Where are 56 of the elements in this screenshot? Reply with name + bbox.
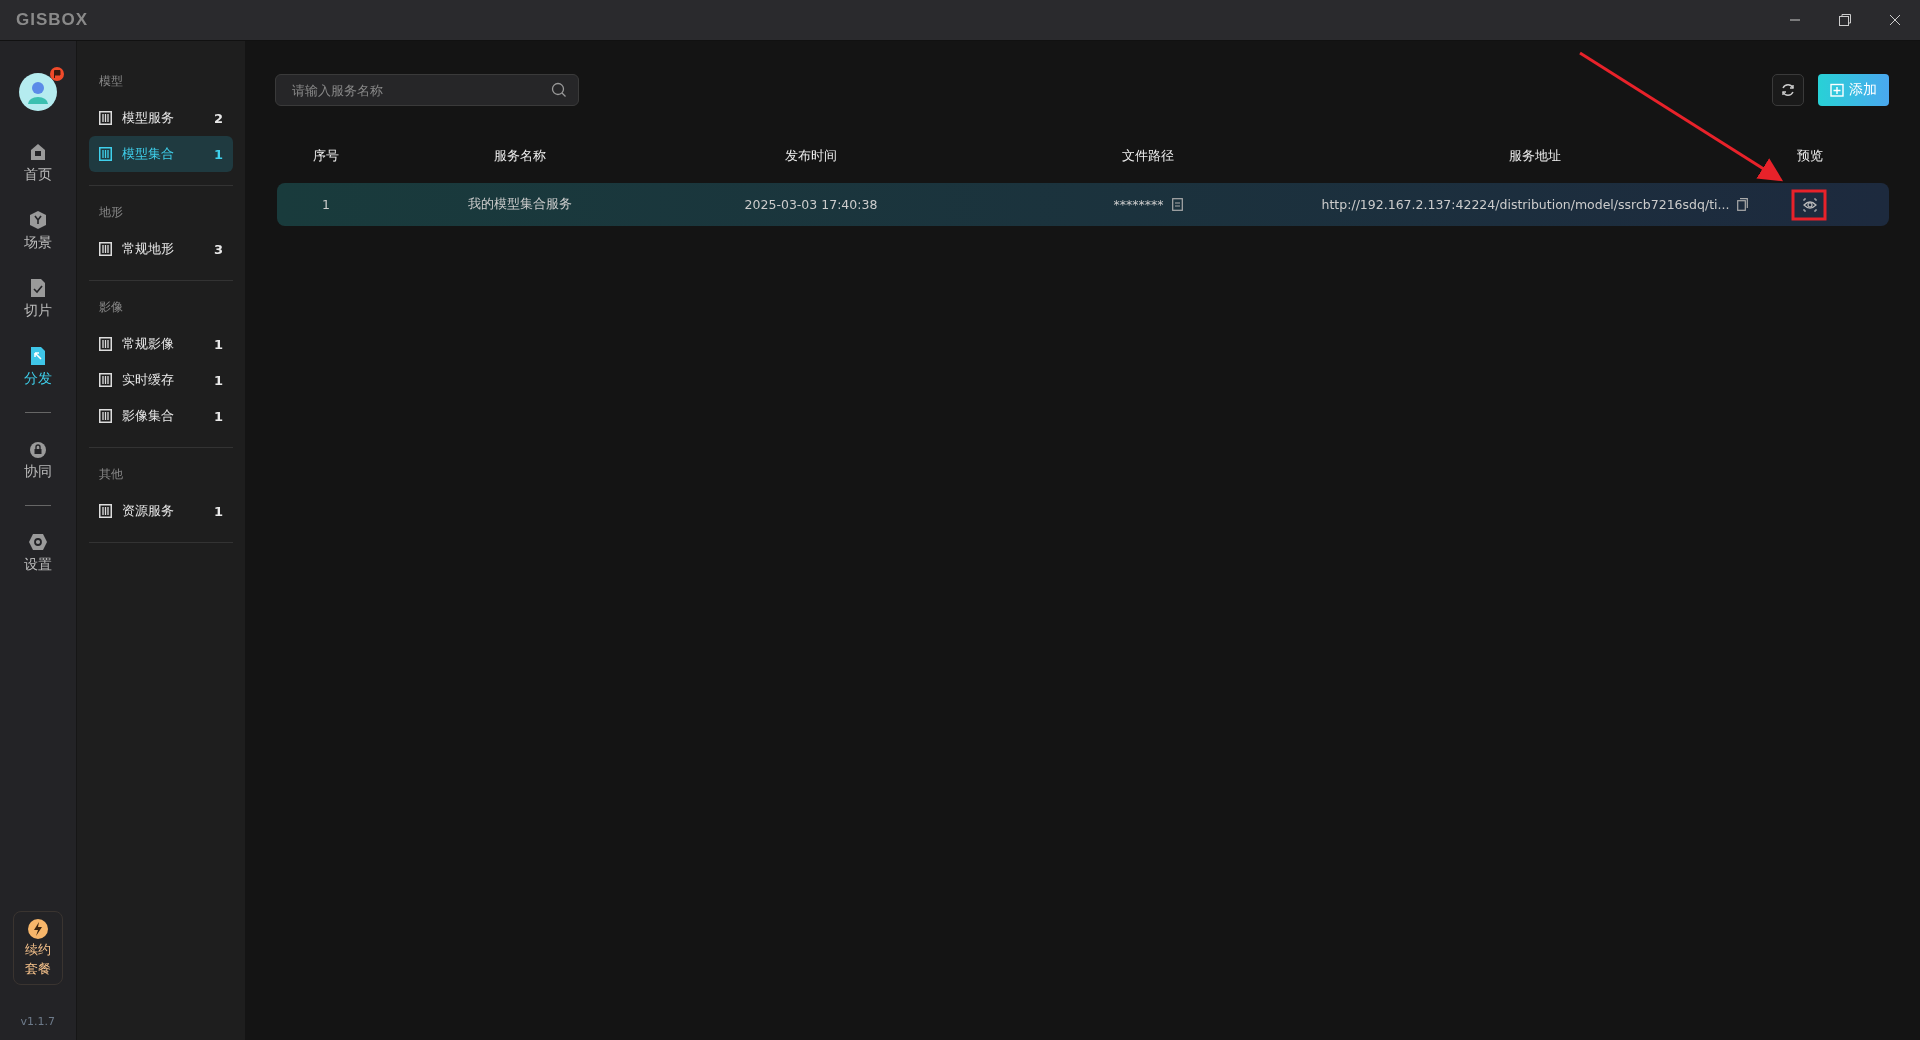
sidebar-item[interactable]: 资源服务 1 xyxy=(88,493,233,529)
section-title: 其他 xyxy=(97,466,124,482)
section-title: 模型 xyxy=(97,73,124,89)
column-header: 服务名称 xyxy=(493,147,547,165)
nav-item[interactable]: 首页 xyxy=(23,142,52,182)
search-icon xyxy=(551,82,567,98)
nav-item[interactable]: 设置 xyxy=(23,532,52,572)
table-row[interactable]: 1 我的模型集合服务 2025-03-03 17:40:38 ******** http://192.167.2.137:42224/distribution/model/ssrcb7216sdq/ti... xyxy=(277,183,1889,226)
layer-icon xyxy=(98,147,112,161)
nav-item[interactable]: 切片 xyxy=(23,278,52,318)
table-cell: 2025-03-03 17:40:38 xyxy=(744,197,878,212)
refresh-button[interactable] xyxy=(1772,74,1804,106)
app-logo: GISBOX xyxy=(16,10,89,30)
sidebar-item[interactable]: 常规影像 1 xyxy=(88,326,233,362)
document-icon[interactable] xyxy=(1171,198,1183,211)
flag-badge xyxy=(49,67,64,81)
layer-icon xyxy=(98,337,112,351)
close-icon xyxy=(1889,14,1901,26)
table-cell: ******** xyxy=(1113,197,1164,212)
column-header: 文件路径 xyxy=(1121,147,1175,165)
column-header: 预览 xyxy=(1796,147,1824,165)
renew-plan-button[interactable]: 续约 套餐 xyxy=(12,911,63,985)
sidebar-item[interactable]: 模型集合 1 xyxy=(88,136,233,172)
settings-icon xyxy=(27,532,48,552)
highlight-frame xyxy=(1791,189,1827,221)
avatar[interactable] xyxy=(18,73,57,111)
refresh-icon xyxy=(1780,82,1796,98)
restore-icon xyxy=(1838,13,1852,27)
nav-item[interactable]: 分发 xyxy=(23,346,52,386)
nav-item[interactable]: 场景 xyxy=(23,210,52,250)
column-header: 服务地址 xyxy=(1508,147,1562,165)
nav-item[interactable]: 协同 xyxy=(23,439,52,479)
search-field[interactable]: 请输入服务名称 xyxy=(275,74,579,106)
sidebar-item[interactable]: 实时缓存 1 xyxy=(88,362,233,398)
layer-icon xyxy=(98,504,112,518)
column-header: 发布时间 xyxy=(784,147,838,165)
section-title: 地形 xyxy=(97,204,124,220)
column-header: 序号 xyxy=(312,147,340,165)
sidebar-item[interactable]: 模型服务 2 xyxy=(88,100,233,136)
preview-icon[interactable] xyxy=(1803,197,1817,212)
layer-icon xyxy=(98,111,112,125)
table-cell: 我的模型集合服务 xyxy=(468,196,572,213)
sidebar-item[interactable]: 常规地形 3 xyxy=(88,231,233,267)
copy-icon[interactable] xyxy=(1737,198,1749,211)
cube-icon xyxy=(27,210,48,230)
plus-box-icon xyxy=(1830,83,1844,97)
lightning-icon xyxy=(27,919,48,939)
layer-icon xyxy=(98,409,112,423)
section-title: 影像 xyxy=(97,299,124,315)
layer-icon xyxy=(98,373,112,387)
sidebar-item[interactable]: 影像集合 1 xyxy=(88,398,233,434)
table-cell: http://192.167.2.137:42224/distribution/model/ssrcb7216sdq/ti... xyxy=(1321,197,1730,212)
table-cell: 1 xyxy=(322,197,330,212)
layer-icon xyxy=(98,242,112,256)
version-label: v1.1.7 xyxy=(20,1015,56,1028)
lock-icon xyxy=(27,439,48,459)
